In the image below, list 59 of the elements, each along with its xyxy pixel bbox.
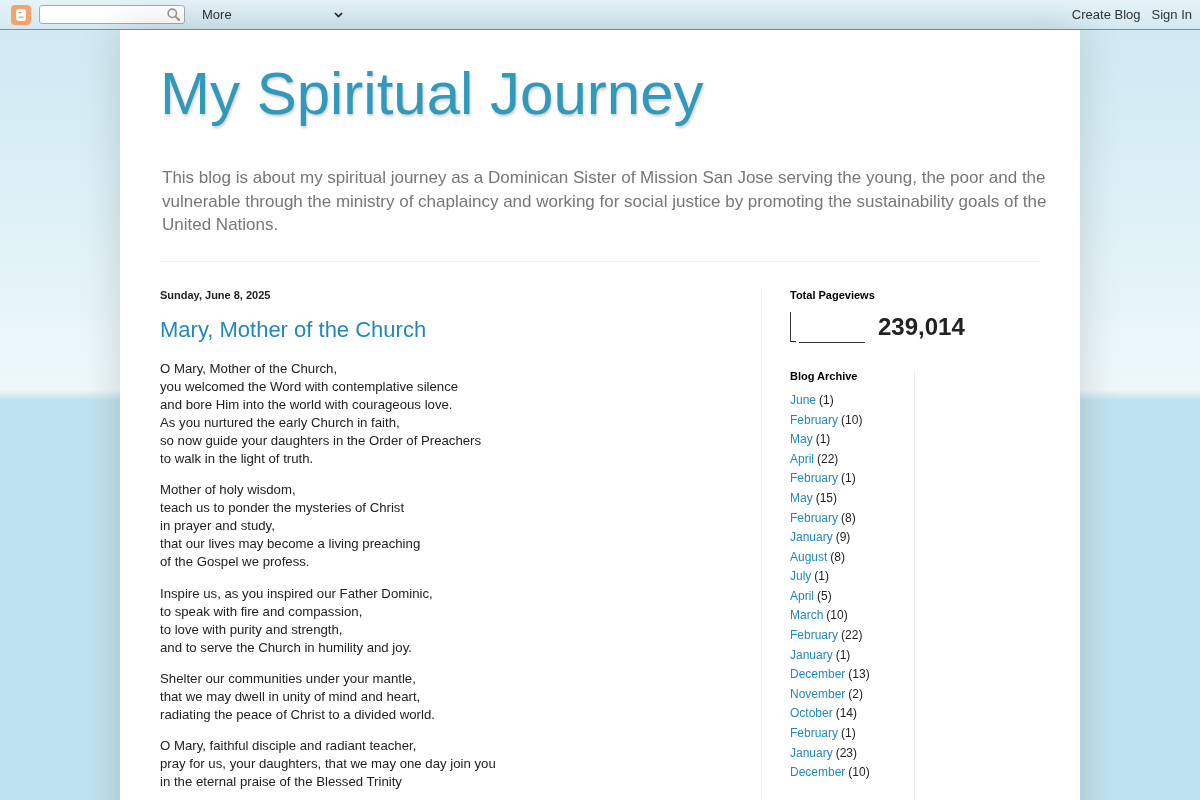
archive-link[interactable]: March <box>790 608 824 623</box>
caret-icon <box>334 11 343 18</box>
archive-link[interactable]: November <box>790 686 846 701</box>
search-icon[interactable] <box>167 8 180 21</box>
archive-link[interactable]: August <box>790 549 828 564</box>
post-count: (10) <box>826 608 848 623</box>
widget-heading: Blog Archive <box>790 369 859 383</box>
blogger-logo-icon[interactable] <box>11 4 31 25</box>
post-count: (13) <box>848 667 870 682</box>
post-count: (1) <box>835 647 851 662</box>
post-count: (5) <box>817 588 832 603</box>
post-title[interactable]: Mary, Mother of the Church <box>160 316 761 343</box>
archive-link[interactable]: June <box>790 393 817 408</box>
poem-stanza: Mother of holy wisdom, teach us to ponder the mysteries of Christ in prayer and study, that our lives may become a living preaching of the Gospel we profess. <box>160 481 422 572</box>
post-count: (9) <box>835 530 851 545</box>
post-count: (8) <box>830 549 846 564</box>
archive-link[interactable]: February <box>790 725 839 740</box>
archive-link[interactable]: February <box>790 471 839 486</box>
archive-link[interactable]: October <box>790 706 833 721</box>
archive-link[interactable]: January <box>790 647 833 662</box>
poem-stanza: O Mary, Mother of the Church, you welcomed the Word with contemplative silence and bore Him into the world with courageous love. As you nurtured the early Church in faith, so now guide your daughters in the Order of Preachers to walk in the light of truth. <box>160 359 483 468</box>
archive-link[interactable]: January <box>790 530 833 545</box>
archive-link[interactable]: May <box>790 491 813 505</box>
widget-heading: Total Pageviews <box>790 288 876 302</box>
post-count: (1) <box>841 471 856 486</box>
post-count: (2) <box>848 686 864 701</box>
post-count: (15) <box>815 491 837 505</box>
post-count: (1) <box>815 432 831 447</box>
archive-link[interactable]: February <box>790 628 839 643</box>
archive-link[interactable]: July <box>790 569 812 584</box>
navbar-link[interactable]: Create Blog <box>1071 4 1141 25</box>
archive-link[interactable]: February <box>790 412 839 427</box>
post-count: (1) <box>814 569 829 584</box>
post-count: (10) <box>841 412 863 427</box>
archive-link[interactable]: May <box>790 432 813 447</box>
archive-link[interactable]: December <box>790 667 846 682</box>
navbar-link[interactable]: Sign In <box>1151 4 1192 25</box>
post-count: (1) <box>841 725 856 740</box>
archive-link[interactable]: April <box>790 588 814 603</box>
post-count: (8) <box>841 510 856 525</box>
post-count: (10) <box>848 765 870 780</box>
post-count: (23) <box>835 745 858 760</box>
archive-link[interactable]: January <box>790 745 833 760</box>
post-count: (1) <box>819 393 834 408</box>
poem-stanza: O Mary, faithful disciple and radiant teacher, pray for us, your daughters, that we may one day join you in the eternal praise of the Blessed Trinity <box>160 737 497 792</box>
archive-link[interactable]: December <box>790 765 846 780</box>
post-count: (22) <box>817 451 839 466</box>
poem-stanza: Shelter our communities under your mantle, that we may dwell in unity of mind and heart, radiating the peace of Christ to a divided world. <box>160 669 436 725</box>
post-date: Sunday, June 8, 2025 <box>160 288 272 302</box>
blog-title[interactable]: My Spiritual Journey <box>160 60 1040 127</box>
post-count: (22) <box>841 628 863 643</box>
archive-link[interactable]: April <box>790 451 814 466</box>
post-count: (14) <box>835 706 858 721</box>
pageview-count: 239,014 <box>878 313 965 341</box>
archive-link[interactable]: February <box>790 510 839 525</box>
search-field[interactable] <box>39 5 185 24</box>
more-dropdown[interactable]: More <box>202 4 345 25</box>
poem-stanza: Inspire us, as you inspired our Father Dominic, to speak with fire and compassion, to love with purity and strength, and to serve the Church in humility and joy. <box>160 584 434 657</box>
blog-description: This blog is about my spiritual journey as a Dominican Sister of Mission San Jose serving the young, the poor and the vulnerable through the ministry of chaplaincy and working for social justice by promoting the sustainability goals of the United Nations. <box>161 167 1048 236</box>
